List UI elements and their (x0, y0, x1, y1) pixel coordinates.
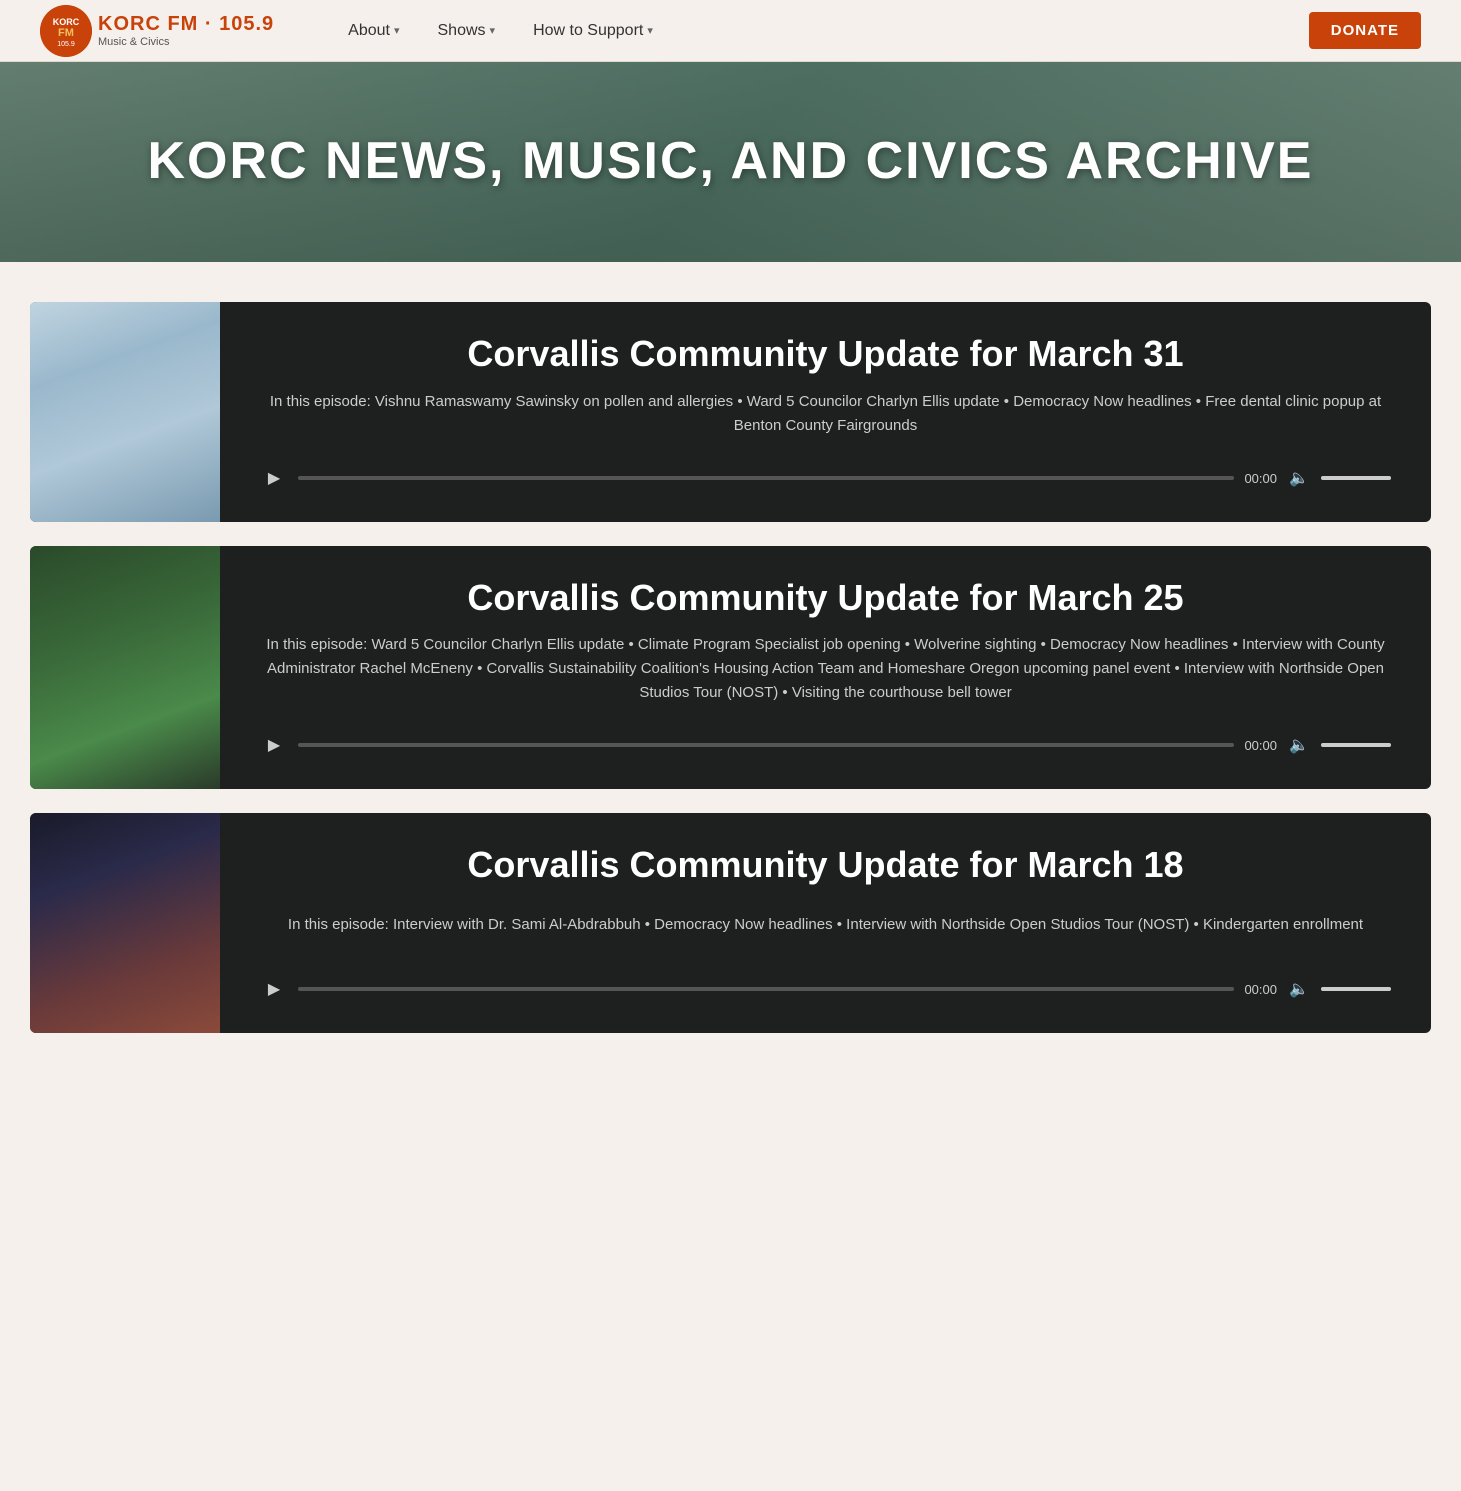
progress-bar[interactable] (298, 743, 1234, 747)
nav-about[interactable]: About ▾ (334, 14, 413, 48)
shows-chevron-icon: ▾ (490, 24, 496, 37)
volume-slider[interactable] (1321, 743, 1391, 747)
episode-description: In this episode: Vishnu Ramaswamy Sawins… (260, 390, 1391, 438)
support-chevron-icon: ▾ (647, 24, 653, 37)
time-display: 00:00 (1244, 982, 1277, 997)
episode-card: Corvallis Community Update for March 25 … (30, 546, 1431, 789)
volume-fill (1321, 743, 1391, 747)
donate-button[interactable]: DONATE (1309, 12, 1421, 49)
nav-shows[interactable]: Shows ▾ (424, 14, 510, 48)
logo-station-name: KORC FM · 105.9 (98, 13, 274, 36)
episode-title: Corvallis Community Update for March 31 (260, 332, 1391, 375)
episode-list: Corvallis Community Update for March 31 … (0, 262, 1461, 1073)
play-button[interactable]: ▶ (260, 464, 288, 492)
svg-text:FM: FM (58, 27, 74, 39)
episode-card: Corvallis Community Update for March 18 … (30, 813, 1431, 1033)
logo-icon: KORC FM 105.9 (40, 5, 92, 57)
volume-fill (1321, 987, 1391, 991)
episode-thumbnail (30, 813, 220, 1033)
nav-how-to-support[interactable]: How to Support ▾ (519, 14, 667, 48)
episode-body: Corvallis Community Update for March 25 … (220, 546, 1431, 789)
logo-tagline: Music & Civics (98, 36, 170, 48)
logo-circle: KORC FM 105.9 (40, 5, 92, 57)
volume-slider[interactable] (1321, 476, 1391, 480)
audio-player: ▶ 00:00 🔈 (260, 458, 1391, 498)
logo[interactable]: KORC FM 105.9 KORC FM · 105.9 Music & Ci… (40, 5, 274, 57)
volume-fill (1321, 476, 1391, 480)
audio-player: ▶ 00:00 🔈 (260, 725, 1391, 765)
play-button[interactable]: ▶ (260, 731, 288, 759)
episode-body: Corvallis Community Update for March 31 … (220, 302, 1431, 522)
episode-title: Corvallis Community Update for March 18 (260, 843, 1391, 886)
svg-text:KORC: KORC (53, 17, 80, 27)
episode-title: Corvallis Community Update for March 25 (260, 576, 1391, 619)
episode-body: Corvallis Community Update for March 18 … (220, 813, 1431, 1033)
episode-card: Corvallis Community Update for March 31 … (30, 302, 1431, 522)
episode-description: In this episode: Ward 5 Councilor Charly… (260, 633, 1391, 705)
progress-bar[interactable] (298, 987, 1234, 991)
time-display: 00:00 (1244, 738, 1277, 753)
progress-bar[interactable] (298, 476, 1234, 480)
play-button[interactable]: ▶ (260, 975, 288, 1003)
nav-links: About ▾ Shows ▾ How to Support ▾ (334, 14, 1309, 48)
mute-button[interactable]: 🔈 (1287, 466, 1311, 490)
about-chevron-icon: ▾ (394, 24, 400, 37)
hero-banner: KORC NEWS, MUSIC, AND CIVICS ARCHIVE (0, 62, 1461, 262)
mute-button[interactable]: 🔈 (1287, 977, 1311, 1001)
episode-description: In this episode: Interview with Dr. Sami… (260, 913, 1391, 937)
episode-thumbnail (30, 546, 220, 789)
hero-title: KORC NEWS, MUSIC, AND CIVICS ARCHIVE (148, 132, 1314, 192)
audio-player: ▶ 00:00 🔈 (260, 969, 1391, 1009)
mute-button[interactable]: 🔈 (1287, 733, 1311, 757)
logo-text: KORC FM · 105.9 Music & Civics (98, 13, 274, 48)
time-display: 00:00 (1244, 471, 1277, 486)
episode-thumbnail (30, 302, 220, 522)
svg-text:105.9: 105.9 (57, 41, 75, 48)
navbar: KORC FM 105.9 KORC FM · 105.9 Music & Ci… (0, 0, 1461, 62)
volume-slider[interactable] (1321, 987, 1391, 991)
